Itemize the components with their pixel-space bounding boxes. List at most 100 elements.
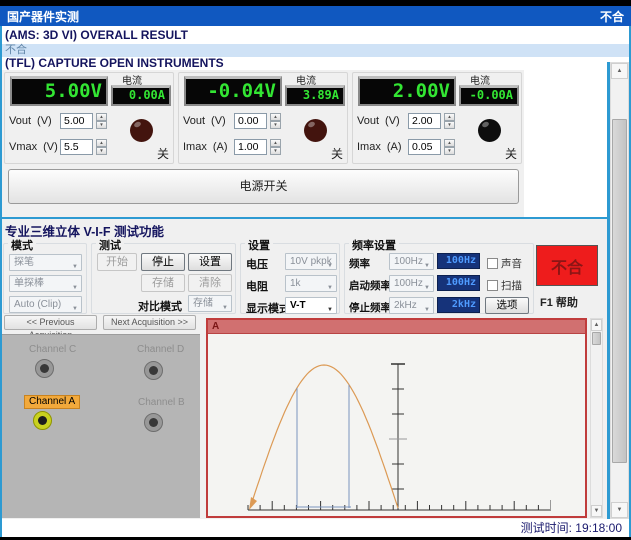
channel-c-jack[interactable]: [35, 359, 54, 378]
frequency-group: 频率设置 频率 100Hz▼ 100Hz 启动频率 100Hz▼ 100Hz 停…: [344, 243, 534, 314]
spinner-down-icon[interactable]: ▼: [270, 121, 281, 129]
scroll-up-icon[interactable]: ▲: [591, 319, 602, 331]
stop-freq-select[interactable]: 2kHz▼: [389, 297, 434, 314]
app-title: 国产器件实测: [7, 8, 79, 25]
title-result-badge: 不合: [600, 8, 624, 25]
vout-label-3: Vout(V): [357, 115, 400, 127]
vout-spinner-2[interactable]: ▲ ▼: [270, 113, 281, 129]
display-mode-select[interactable]: V-T▼: [285, 297, 337, 314]
power-switch-button[interactable]: 电源开关: [8, 169, 519, 204]
current-display-2: 3.89A: [285, 85, 345, 106]
chevron-down-icon: ▼: [424, 281, 430, 296]
compare-mode-select[interactable]: 存储▼: [188, 295, 232, 312]
title-bar: 国产器件实测 不合: [0, 6, 631, 26]
stop-freq-lcd: 2kHz: [437, 297, 480, 313]
power-knob-2[interactable]: [304, 119, 327, 142]
spinner-down-icon[interactable]: ▼: [270, 147, 281, 155]
vout-label-1: Vout(V): [9, 115, 52, 127]
voltage-display-2: -0.04V: [184, 76, 282, 106]
settings-group: 设置 电压 10V pkpk▼ 电阻 1k▼ 显示模式 V-T▼: [240, 243, 340, 314]
store-button[interactable]: 存储: [141, 274, 185, 292]
auto-clip-select[interactable]: Auto (Clip)▼: [9, 296, 82, 313]
spinner-up-icon[interactable]: ▲: [270, 113, 281, 121]
sound-checkbox[interactable]: [487, 258, 498, 269]
imax-label-3: Imax(A): [357, 141, 402, 153]
vout-input-2[interactable]: 0.00: [234, 113, 267, 129]
previous-acquisition-button[interactable]: << Previous Acquisition: [4, 315, 97, 330]
chevron-down-icon: ▼: [424, 303, 430, 318]
overall-result-label: (AMS: 3D VI) OVERALL RESULT: [2, 26, 629, 44]
clear-button[interactable]: 清除: [188, 274, 232, 292]
spinner-up-icon[interactable]: ▲: [444, 113, 455, 121]
resistance-select[interactable]: 1k▼: [285, 275, 337, 292]
graph-scrollbar-thumb[interactable]: [592, 332, 601, 345]
scroll-down-icon[interactable]: ▼: [611, 502, 628, 518]
window-scrollbar[interactable]: ▲ ▼: [610, 62, 629, 519]
power-knob-3[interactable]: [478, 119, 501, 142]
vout-input-3[interactable]: 2.00: [408, 113, 441, 129]
chevron-down-icon: ▼: [424, 259, 430, 274]
scroll-down-icon[interactable]: ▼: [591, 505, 602, 517]
freq-lcd: 100Hz: [437, 253, 480, 269]
start-freq-label: 启动频率: [349, 278, 391, 293]
test-group-label: 测试: [96, 237, 124, 253]
imax-input-2[interactable]: 1.00: [234, 139, 267, 155]
settings-button[interactable]: 设置: [188, 253, 232, 271]
vmax-input-1[interactable]: 5.5: [60, 139, 93, 155]
options-button[interactable]: 选项: [485, 297, 529, 314]
f1-help-label: F1 帮助: [540, 294, 578, 310]
probe-count-select[interactable]: 单探棒▼: [9, 275, 82, 292]
start-freq-lcd: 100Hz: [437, 275, 480, 291]
off-state-label-3: 关: [505, 145, 517, 162]
vout-spinner-3[interactable]: ▲ ▼: [444, 113, 455, 129]
voltage-select[interactable]: 10V pkpk▼: [285, 253, 337, 270]
spinner-down-icon[interactable]: ▼: [444, 147, 455, 155]
vmax-spinner-1[interactable]: ▲ ▼: [96, 139, 107, 155]
power-knob-1[interactable]: [130, 119, 153, 142]
chevron-down-icon: ▼: [72, 260, 78, 275]
imax-label-2: Imax(A): [183, 141, 228, 153]
vout-input-1[interactable]: 5.00: [60, 113, 93, 129]
vmax-label-1: Vmax(V): [9, 141, 58, 153]
current-display-3: -0.00A: [459, 85, 519, 106]
sweep-checkbox-row: 扫描: [487, 278, 522, 293]
spinner-down-icon[interactable]: ▼: [444, 121, 455, 129]
sound-label: 声音: [501, 256, 522, 271]
imax-spinner-3[interactable]: ▲ ▼: [444, 139, 455, 155]
display-mode-label: 显示模式: [246, 300, 290, 316]
voltage-display-3: 2.00V: [358, 76, 456, 106]
graph-scrollbar[interactable]: ▲ ▼: [590, 318, 603, 518]
imax-spinner-2[interactable]: ▲ ▼: [270, 139, 281, 155]
psu-channel-1: 5.00V 电流 0.00A Vout(V) 5.00 ▲ ▼ Vmax(V) …: [4, 72, 174, 164]
spinner-down-icon[interactable]: ▼: [96, 121, 107, 129]
window-scrollbar-thumb[interactable]: [612, 119, 627, 463]
start-button[interactable]: 开始: [97, 253, 137, 271]
imax-input-3[interactable]: 0.05: [408, 139, 441, 155]
freq-select[interactable]: 100Hz▼: [389, 253, 434, 270]
spinner-down-icon[interactable]: ▼: [96, 147, 107, 155]
probe-type-select[interactable]: 探笔▼: [9, 254, 82, 271]
chevron-down-icon: ▼: [327, 281, 333, 296]
voltage-display-1: 5.00V: [10, 76, 108, 106]
spinner-up-icon[interactable]: ▲: [96, 139, 107, 147]
psu-channel-2: -0.04V 电流 3.89A Vout(V) 0.00 ▲ ▼ Imax(A)…: [178, 72, 348, 164]
scroll-up-icon[interactable]: ▲: [611, 63, 628, 79]
chevron-down-icon: ▼: [222, 301, 228, 316]
compare-mode-label: 对比模式: [138, 298, 182, 314]
channel-b-jack[interactable]: [144, 413, 163, 432]
channel-a-jack[interactable]: [33, 411, 52, 430]
status-bar: 测试时间: 19:18:00: [2, 519, 629, 537]
sweep-checkbox[interactable]: [487, 280, 498, 291]
mode-group: 模式 探笔▼ 单探棒▼ Auto (Clip)▼: [3, 243, 87, 314]
next-acquisition-button[interactable]: Next Acquisition >>: [103, 315, 196, 330]
start-freq-select[interactable]: 100Hz▼: [389, 275, 434, 292]
vout-spinner-1[interactable]: ▲ ▼: [96, 113, 107, 129]
stop-button[interactable]: 停止: [141, 253, 185, 271]
mode-group-label: 模式: [8, 237, 36, 253]
spinner-up-icon[interactable]: ▲: [96, 113, 107, 121]
chevron-down-icon: ▼: [327, 303, 333, 318]
spinner-up-icon[interactable]: ▲: [270, 139, 281, 147]
resistance-label: 电阻: [246, 278, 268, 294]
channel-d-jack[interactable]: [144, 361, 163, 380]
spinner-up-icon[interactable]: ▲: [444, 139, 455, 147]
